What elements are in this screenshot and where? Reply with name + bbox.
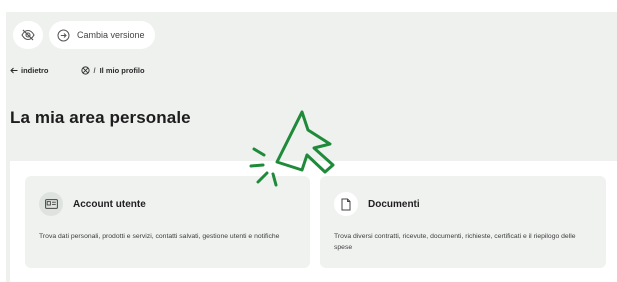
id-card-icon [44,199,58,209]
documents-card-icon-wrap [334,192,358,216]
circle-arrow-right-icon [57,29,70,41]
account-card-description: Trova dati personali, prodotti e servizi… [39,233,280,240]
documents-card-title: Documenti [368,198,420,210]
document-icon [341,198,351,210]
back-link[interactable]: indietro [10,66,49,75]
page-title: La mia area personale [10,108,191,127]
account-card-title: Account utente [73,198,146,210]
documents-card-header: Documenti [334,192,420,216]
navigation-row: indietro / Il mio profilo [10,66,145,75]
documents-card-description: Trova diversi contratti, ricevute, docum… [334,233,576,251]
visibility-toggle-button[interactable] [13,21,43,49]
change-version-label: Cambia versione [77,30,145,40]
breadcrumb: / Il mio profilo [80,66,145,75]
settings-icon [80,66,90,75]
eye-off-icon [21,29,35,41]
documents-card[interactable]: Documenti Trova diversi contratti, ricev… [320,176,606,268]
breadcrumb-separator: / [93,66,96,75]
arrow-left-icon [10,67,18,74]
change-version-button[interactable]: Cambia versione [49,21,155,49]
account-card-icon-wrap [39,192,63,216]
breadcrumb-current: Il mio profilo [99,66,145,75]
account-card-header: Account utente [39,192,146,216]
back-label: indietro [21,66,49,75]
top-toolbar: Cambia versione [13,21,155,49]
click-cursor-icon [249,110,335,187]
